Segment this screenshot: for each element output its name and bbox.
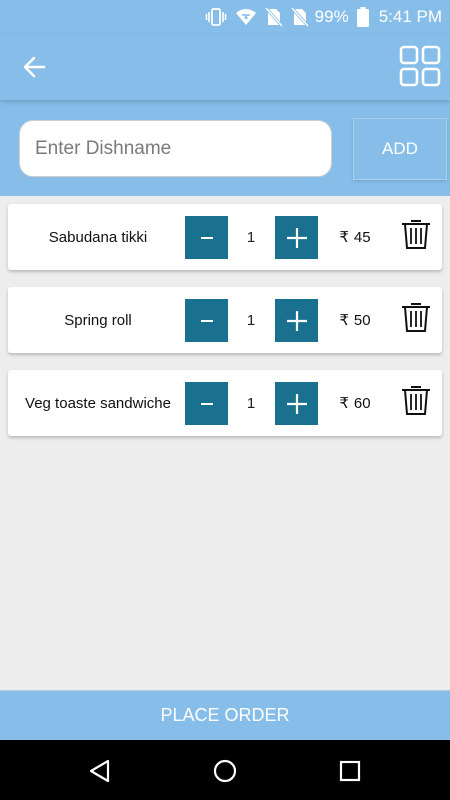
- vibrate-icon: [205, 7, 227, 27]
- nav-home-button[interactable]: [212, 758, 238, 784]
- no-sim-icon: [264, 7, 283, 27]
- quantity-value: 1: [246, 311, 256, 329]
- battery-percent: 99%: [314, 7, 349, 26]
- trash-icon: [402, 386, 430, 415]
- increase-quantity-button[interactable]: [275, 216, 318, 259]
- order-item: Veg toaste sandwiche 1 ₹60: [8, 370, 442, 436]
- item-name: Veg toaste sandwiche: [25, 394, 171, 412]
- dishname-input[interactable]: [19, 120, 332, 177]
- delete-item-button[interactable]: [398, 382, 434, 418]
- delete-item-button[interactable]: [398, 216, 434, 252]
- currency-symbol: ₹: [339, 312, 349, 329]
- price-value: 50: [353, 311, 371, 329]
- back-triangle-icon: [89, 759, 110, 783]
- decrease-quantity-button[interactable]: [185, 216, 228, 259]
- recents-square-icon: [339, 760, 361, 782]
- item-price: ₹45: [328, 204, 382, 270]
- dish-entry-area: ADD: [0, 100, 450, 196]
- arrow-left-icon: [23, 56, 46, 78]
- nav-recents-button[interactable]: [337, 758, 363, 784]
- currency-symbol: ₹: [339, 229, 349, 246]
- no-sim-icon: [290, 7, 309, 27]
- add-button[interactable]: ADD: [353, 118, 447, 180]
- decrease-quantity-button[interactable]: [185, 382, 228, 425]
- plus-icon: [286, 393, 307, 414]
- decrease-quantity-button[interactable]: [185, 299, 228, 342]
- item-name: Spring roll: [64, 311, 132, 329]
- place-order-button[interactable]: PLACE ORDER: [0, 690, 450, 740]
- order-item: Spring roll 1 ₹50: [8, 287, 442, 353]
- status-bar: 99% 5:41 PM: [0, 0, 450, 34]
- quantity-value: 1: [246, 394, 256, 412]
- trash-icon: [402, 220, 430, 249]
- item-name: Sabudana tikki: [48, 228, 148, 246]
- home-circle-icon: [213, 759, 237, 783]
- item-price: ₹50: [328, 287, 382, 353]
- price-value: 60: [353, 394, 371, 412]
- battery-icon: [356, 7, 369, 27]
- app-bar: [0, 34, 450, 100]
- minus-icon: [200, 236, 213, 239]
- system-nav-bar: [0, 740, 450, 800]
- clock: 5:41 PM: [378, 7, 442, 26]
- currency-symbol: ₹: [339, 395, 349, 412]
- item-price: ₹60: [328, 370, 382, 436]
- plus-icon: [286, 227, 307, 248]
- increase-quantity-button[interactable]: [275, 299, 318, 342]
- nav-back-button[interactable]: [87, 758, 113, 784]
- minus-icon: [200, 319, 213, 322]
- quantity-value: 1: [246, 228, 256, 246]
- plus-icon: [286, 310, 307, 331]
- trash-icon: [402, 303, 430, 332]
- grid-view-icon: [399, 45, 441, 87]
- price-value: 45: [353, 228, 371, 246]
- wifi-icon: [235, 8, 257, 26]
- minus-icon: [200, 402, 213, 405]
- increase-quantity-button[interactable]: [275, 382, 318, 425]
- order-item: Sabudana tikki 1 ₹45: [8, 204, 442, 270]
- grid-view-button[interactable]: [398, 44, 442, 88]
- back-button[interactable]: [20, 52, 50, 82]
- delete-item-button[interactable]: [398, 299, 434, 335]
